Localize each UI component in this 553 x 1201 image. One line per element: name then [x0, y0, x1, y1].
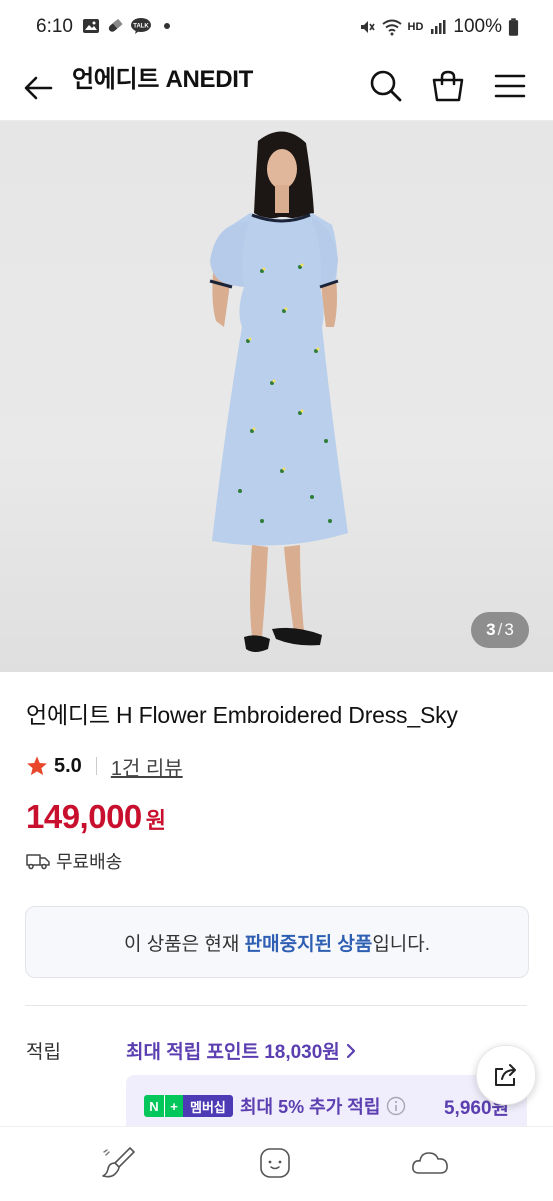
bottom-navigation	[0, 1126, 553, 1201]
cart-button[interactable]	[426, 64, 470, 108]
rating-row: 5.0 1건 리뷰	[26, 752, 183, 780]
image-counter-total: 3	[504, 620, 514, 639]
shopping-bag-icon	[432, 70, 464, 102]
status-bar: 6:10 TALK HD 100%	[0, 0, 553, 56]
nav-face-button[interactable]	[251, 1141, 299, 1185]
menu-button[interactable]	[488, 64, 532, 108]
talk-badge-text: TALK	[133, 24, 149, 30]
chevron-right-icon	[346, 1043, 355, 1058]
product-name: 언에디트 H Flower Embroidered Dress_Sky	[26, 702, 458, 728]
price-currency: 원	[145, 808, 167, 833]
star-icon	[27, 756, 47, 776]
section-divider	[25, 1005, 527, 1006]
cloud-icon	[412, 1152, 448, 1174]
membership-extra-points: 최대 5% 추가 적립	[240, 1093, 406, 1119]
npay-membership-badge: N + 멤버십	[144, 1095, 233, 1117]
nav-brush-button[interactable]	[95, 1141, 143, 1185]
notice-suffix: 입니다.	[372, 933, 431, 955]
shipping-text: 무료배송	[56, 852, 123, 872]
hamburger-menu-icon	[494, 74, 526, 98]
max-points-text: 최대 적립 포인트 18,030원	[126, 1042, 340, 1063]
info-icon[interactable]	[386, 1096, 406, 1116]
paintbrush-icon	[102, 1147, 135, 1178]
battery-icon	[508, 17, 519, 36]
notice-highlight: 판매중지된 상품	[244, 933, 373, 955]
membership-label: 멤버십	[183, 1095, 233, 1117]
share-icon	[495, 1064, 516, 1086]
wifi-icon	[381, 19, 402, 36]
npay-n-label: N	[144, 1095, 164, 1117]
rating-score: 5.0	[54, 754, 82, 777]
sale-stopped-notice: 이 상품은 현재 판매중지된 상품 입니다.	[25, 906, 529, 978]
npay-plus-label: +	[164, 1095, 183, 1117]
system-status: HD 100%	[358, 16, 520, 38]
image-counter-separator: /	[497, 620, 503, 639]
review-count-link[interactable]: 1건 리뷰	[111, 752, 183, 781]
notification-icons: TALK	[82, 17, 170, 35]
search-button[interactable]	[364, 64, 408, 108]
talk-icon: TALK	[131, 18, 151, 34]
smiley-box-icon	[260, 1148, 290, 1178]
image-counter-current: 3	[486, 620, 496, 639]
share-button[interactable]	[476, 1045, 536, 1105]
rating-divider	[95, 757, 97, 775]
max-points-link[interactable]: 최대 적립 포인트 18,030원	[126, 1037, 356, 1064]
dress-model-illustration	[209, 131, 348, 652]
price-value: 149,000	[26, 798, 142, 835]
more-dot-icon	[164, 23, 170, 29]
mute-icon	[360, 21, 375, 33]
network-hd-label: HD	[407, 20, 424, 33]
product-image[interactable]: 3/3	[0, 121, 553, 672]
arrow-left-icon	[24, 76, 53, 100]
pill-icon	[108, 18, 123, 32]
gallery-icon	[83, 19, 99, 33]
points-label: 적립	[26, 1042, 61, 1063]
price-row: 149,000 원	[26, 798, 166, 836]
back-button[interactable]	[18, 64, 58, 112]
status-time: 6:10	[36, 16, 73, 37]
search-icon	[370, 70, 402, 102]
signal-icon	[431, 20, 446, 34]
app-header: 언에디트 ANEDIT	[0, 56, 553, 121]
membership-extra-text: 최대 5% 추가 적립	[240, 1097, 381, 1117]
image-counter: 3/3	[471, 612, 529, 648]
notice-prefix: 이 상품은 현재	[123, 933, 245, 955]
page-title[interactable]: 언에디트 ANEDIT	[72, 66, 253, 94]
shipping-info: 무료배송	[26, 848, 122, 874]
battery-percent: 100%	[453, 16, 502, 37]
truck-icon	[26, 854, 50, 870]
nav-cloud-button[interactable]	[406, 1141, 454, 1185]
